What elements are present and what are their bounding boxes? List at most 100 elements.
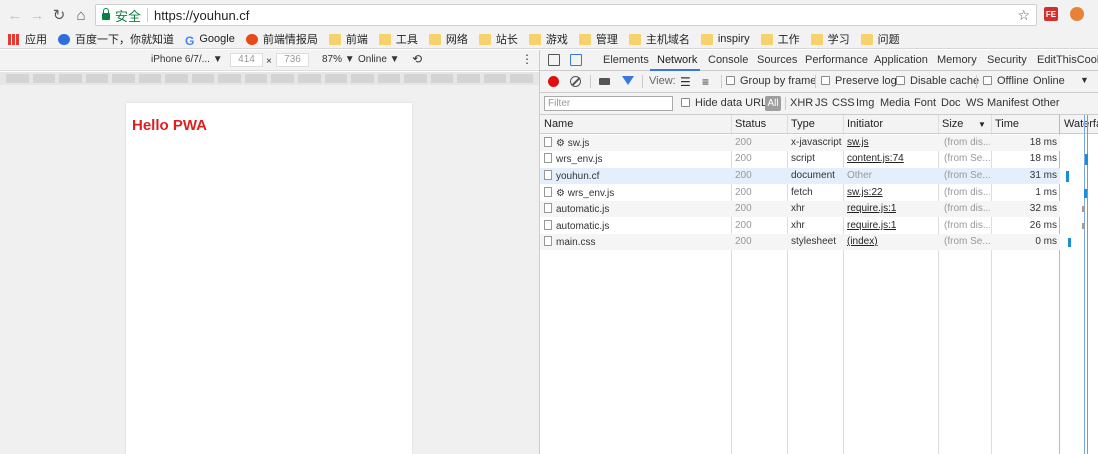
device-name: iPhone 6/7/... (151, 54, 210, 65)
column-type[interactable]: Type (791, 118, 815, 130)
tab-network[interactable]: Network (657, 54, 697, 66)
tab-performance[interactable]: Performance (805, 54, 868, 66)
group-by-frame-checkbox[interactable]: Group by frame (726, 75, 816, 87)
overview-icon[interactable]: ≡ (702, 75, 709, 89)
media-query-bar[interactable] (0, 72, 539, 85)
url-text[interactable]: https://youhun.cf (154, 8, 249, 23)
bookmark-folder[interactable]: 网络 (428, 31, 468, 47)
filter-css[interactable]: CSS (832, 97, 855, 109)
fe-extension-icon[interactable]: FE (1044, 7, 1058, 21)
cell-time: 18 ms (1029, 153, 1057, 164)
column-time[interactable]: Time (995, 118, 1019, 130)
bookmark-folder[interactable]: 游戏 (528, 31, 568, 47)
tab-editthiscookie[interactable]: EditThisCookie (1037, 54, 1098, 66)
cell-status: 200 (735, 187, 752, 198)
filter-media[interactable]: Media (880, 97, 910, 109)
request-name: automatic.js (556, 204, 610, 215)
toolbar-divider (976, 75, 977, 88)
tab-security[interactable]: Security (987, 54, 1027, 66)
filter-xhr[interactable]: XHR (790, 97, 813, 109)
table-row[interactable]: automatic.js 200 xhr require.js:1 (from dis.… (540, 218, 1085, 234)
forward-icon[interactable]: → (26, 4, 48, 26)
bookmark-folder[interactable]: inspiry (700, 33, 750, 45)
bookmark-folder[interactable]: 站长 (478, 31, 518, 47)
bookmark-folder[interactable]: 管理 (578, 31, 618, 47)
filter-font[interactable]: Font (914, 97, 936, 109)
large-rows-icon[interactable]: ☰ (680, 75, 691, 89)
filter-manifest[interactable]: Manifest (987, 97, 1029, 109)
tab-application[interactable]: Application (874, 54, 928, 66)
tab-memory[interactable]: Memory (937, 54, 977, 66)
hide-data-urls-checkbox[interactable]: Hide data URLs (681, 97, 773, 109)
disable-cache-checkbox[interactable]: Disable cache (896, 75, 979, 87)
device-select[interactable]: iPhone 6/7/... ▼ (151, 54, 223, 65)
rotate-icon[interactable]: ⟲ (412, 52, 422, 66)
bookmark-google[interactable]: G Google (185, 33, 235, 48)
cell-initiator[interactable]: require.js:1 (847, 203, 896, 214)
capture-screenshots-icon[interactable] (599, 78, 610, 85)
table-row[interactable]: main.css 200 stylesheet (index) (from Se... 0… (540, 234, 1071, 250)
preserve-log-checkbox[interactable]: Preserve log (821, 75, 897, 87)
cell-initiator[interactable]: sw.js (847, 137, 869, 148)
height-input[interactable]: 736 (276, 53, 309, 67)
bookmark-star-icon[interactable]: ☆ (1017, 7, 1030, 24)
column-waterfall[interactable]: Waterfall (1064, 118, 1098, 130)
cell-initiator[interactable]: (index) (847, 236, 878, 247)
width-input[interactable]: 414 (230, 53, 263, 67)
clear-button[interactable] (570, 76, 581, 87)
offline-checkbox[interactable]: Offline (983, 75, 1029, 87)
waterfall-bar (1082, 223, 1085, 229)
inspect-element-icon[interactable] (548, 54, 560, 66)
cell-initiator[interactable]: sw.js:22 (847, 187, 883, 198)
filter-all-button[interactable]: All (765, 96, 781, 111)
filter-icon[interactable] (622, 76, 634, 85)
filter-other[interactable]: Other (1032, 97, 1060, 109)
devtools-panel: Elements Network Console Sources Perform… (539, 50, 1098, 454)
column-name[interactable]: Name (544, 118, 573, 130)
back-icon[interactable]: ← (4, 4, 26, 26)
column-size[interactable]: Size (942, 118, 963, 130)
file-icon (544, 236, 552, 246)
cell-name: ⚙ wrs_env.js (544, 187, 729, 199)
cookie-extension-icon[interactable] (1070, 7, 1084, 21)
filter-ws[interactable]: WS (966, 97, 984, 109)
file-icon (544, 153, 552, 163)
filter-input[interactable]: Filter (544, 96, 673, 111)
table-row[interactable]: ⚙ sw.js 200 x-javascript sw.js (from dis... 1… (540, 135, 1060, 151)
address-bar[interactable]: 安全 https://youhun.cf ☆ (95, 4, 1037, 26)
more-options-icon[interactable]: ⋮ (521, 52, 533, 66)
bookmark-folder[interactable]: 问题 (860, 31, 900, 47)
folder-icon (578, 33, 591, 45)
column-status[interactable]: Status (735, 118, 766, 130)
table-row[interactable]: automatic.js 200 xhr require.js:1 (from dis.… (540, 201, 1085, 217)
filter-doc[interactable]: Doc (941, 97, 961, 109)
record-button[interactable] (548, 76, 559, 87)
column-initiator[interactable]: Initiator (847, 118, 883, 130)
table-row[interactable]: wrs_env.js 200 script content.js:74 (from Se… (540, 151, 1088, 167)
bookmark-folder[interactable]: 工具 (378, 31, 418, 47)
bookmark-folder[interactable]: 学习 (810, 31, 850, 47)
bookmark-folder[interactable]: 前端 (328, 31, 368, 47)
reload-icon[interactable]: ↻ (48, 4, 70, 26)
tab-console[interactable]: Console (708, 54, 748, 66)
cell-initiator[interactable]: require.js:1 (847, 220, 896, 231)
cell-initiator[interactable]: content.js:74 (847, 153, 904, 164)
device-toggle-icon[interactable] (570, 54, 582, 66)
zoom-select[interactable]: 87% ▼ (322, 54, 355, 65)
sort-down-icon[interactable]: ▼ (978, 120, 986, 129)
tab-sources[interactable]: Sources (757, 54, 797, 66)
bookmark-frontend-news[interactable]: 前端情报局 (245, 31, 318, 47)
bookmark-baidu[interactable]: 百度一下，你就知道 (58, 31, 174, 47)
home-icon[interactable]: ⌂ (70, 4, 92, 26)
bookmark-folder[interactable]: 工作 (760, 31, 800, 47)
filter-js[interactable]: JS (815, 97, 828, 109)
filter-img[interactable]: Img (856, 97, 874, 109)
bookmark-apps[interactable]: 应用 (8, 31, 47, 47)
chevron-down-icon[interactable]: ▼ (1080, 75, 1089, 85)
table-row[interactable]: youhun.cf 200 document Other (from Se... 31 m… (540, 168, 1069, 184)
bookmark-folder[interactable]: 主机域名 (628, 31, 690, 47)
throttle-select[interactable]: Online ▼ (358, 54, 400, 65)
network-throttle-select[interactable]: Online (1033, 75, 1065, 87)
table-row[interactable]: ⚙ wrs_env.js 200 fetch sw.js:22 (from dis...… (540, 185, 1087, 201)
tab-elements[interactable]: Elements (603, 54, 649, 66)
